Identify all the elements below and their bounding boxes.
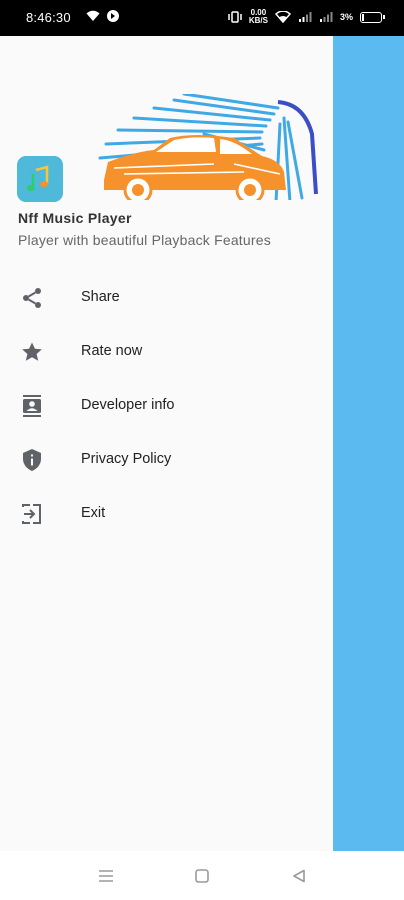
music-note-icon xyxy=(27,165,49,191)
back-button[interactable] xyxy=(287,865,311,887)
status-bar: 8:46:30 0.00 KB/S 3% xyxy=(0,0,404,36)
vibrate-icon xyxy=(228,11,242,23)
cell-signal-1-icon xyxy=(298,12,312,22)
battery-icon xyxy=(360,11,385,23)
system-navigation-bar xyxy=(0,851,404,900)
wifi-signal-icon xyxy=(274,11,291,23)
menu-item-label: Share xyxy=(81,289,120,305)
exit-icon xyxy=(22,504,41,524)
contact-card-icon xyxy=(23,395,41,417)
menu-item-label: Rate now xyxy=(81,343,143,359)
menu-item-share[interactable]: Share xyxy=(0,271,333,325)
car-wash-illustration xyxy=(94,94,318,210)
menu-item-label: Privacy Policy xyxy=(81,451,172,467)
wifi-icon xyxy=(86,10,100,21)
star-icon xyxy=(22,342,42,361)
square-icon xyxy=(195,869,209,883)
menu-item-privacy-policy[interactable]: Privacy Policy xyxy=(0,433,333,487)
recents-button[interactable] xyxy=(94,865,118,887)
app-tagline: Player with beautiful Playback Features xyxy=(18,232,271,248)
shield-info-icon xyxy=(23,449,41,471)
triangle-back-icon xyxy=(293,869,305,883)
hotspot-icon xyxy=(107,10,119,22)
menu-item-exit[interactable]: Exit xyxy=(0,487,333,541)
network-speed: 0.00 KB/S xyxy=(248,8,268,25)
menu-item-developer-info[interactable]: Developer info xyxy=(0,379,333,433)
menu-lines-icon xyxy=(99,870,113,882)
drawer-menu: Share Rate now Developer info Privacy Po… xyxy=(0,271,333,541)
menu-item-label: Exit xyxy=(81,505,106,521)
navigation-drawer: Nff Music Player Player with beautiful P… xyxy=(0,36,333,851)
app-logo xyxy=(17,156,63,202)
status-time: 8:46:30 xyxy=(26,10,71,25)
share-icon xyxy=(23,288,41,308)
battery-percent: 3% xyxy=(339,12,353,22)
menu-item-rate-now[interactable]: Rate now xyxy=(0,325,333,379)
app-title: Nff Music Player xyxy=(18,210,132,226)
cell-signal-2-icon xyxy=(319,12,333,22)
home-button[interactable] xyxy=(190,865,214,887)
menu-item-label: Developer info xyxy=(81,397,175,413)
